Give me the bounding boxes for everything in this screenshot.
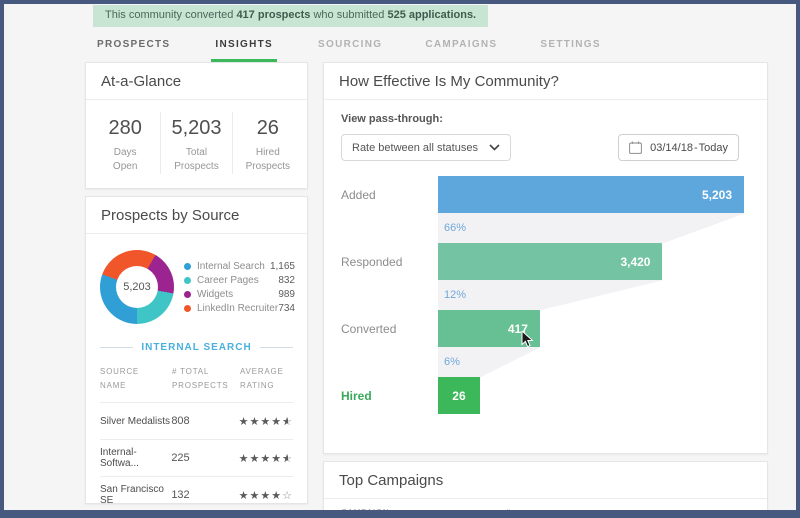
stat-days-open: 280 Days Open [90, 112, 160, 174]
internal-search-section-header: INTERNAL SEARCH [100, 342, 293, 353]
prospects-by-source-card: Prospects by Source 5,203 Internal Searc… [85, 196, 308, 504]
legend-dot-icon [184, 277, 191, 284]
col-header-campaign: CAMPAIGN [341, 508, 506, 510]
date-range-separator: - [694, 142, 698, 154]
stat-value: 280 [90, 117, 160, 140]
status-filter-dropdown[interactable]: Rate between all statuses [341, 134, 511, 161]
funnel-bar-responded[interactable]: 3,420 [438, 243, 663, 280]
filter-block: View pass-through: Rate between all stat… [324, 100, 767, 161]
star-half-icon: ☆★ [282, 415, 293, 428]
col-header-average-rating: AVERAGE RATING [240, 365, 293, 392]
stat-value: 5,203 [161, 117, 231, 140]
internal-search-table: SOURCE NAME # TOTAL PROSPECTS AVERAGE RA… [100, 357, 293, 510]
legend-dot-icon [184, 263, 191, 270]
calendar-icon [629, 141, 642, 154]
pass-rate-added-responded: 66% [444, 222, 466, 234]
star-half-icon: ☆★ [282, 452, 293, 465]
table-row: Internal- Softwa... 225 ★★★★☆★ [100, 439, 293, 476]
donut-chart: 5,203 [100, 250, 174, 324]
funnel-bar-hired[interactable]: 26 [438, 377, 481, 414]
campaigns-header-row: CAMPAIGN # [324, 499, 767, 510]
top-campaigns-card: Top Campaigns CAMPAIGN # [323, 461, 768, 510]
conversion-banner: This community converted 417 prospects w… [93, 5, 488, 27]
legend-dot-icon [184, 305, 191, 312]
date-range-start: 03/14/18 [650, 142, 693, 154]
at-a-glance-title: At-a-Glance [86, 63, 307, 100]
tab-prospects[interactable]: PROSPECTS [95, 35, 172, 62]
stat-label: Days Open [90, 146, 160, 174]
tab-campaigns[interactable]: CAMPAIGNS [423, 35, 499, 62]
legend-item-career-pages: Career Pages 832 [184, 275, 295, 286]
star-rating: ★★★★☆ [239, 486, 293, 504]
tab-sourcing[interactable]: SOURCING [316, 35, 384, 62]
banner-text: This community converted [105, 9, 236, 21]
funnel-row-added: Added 5,203 [341, 176, 744, 213]
effectiveness-card: How Effective Is My Community? View pass… [323, 62, 768, 454]
stat-value: 26 [233, 117, 303, 140]
star-rating: ★★★★☆★ [239, 449, 293, 467]
at-a-glance-card: At-a-Glance 280 Days Open 5,203 Total Pr… [85, 62, 308, 189]
banner-text: who submitted [310, 9, 387, 21]
effectiveness-title: How Effective Is My Community? [324, 63, 767, 100]
col-header-count: # [506, 508, 511, 510]
glance-stats: 280 Days Open 5,203 Total Prospects 26 H… [86, 100, 307, 186]
tab-insights[interactable]: INSIGHTS [211, 35, 277, 62]
stat-label: Total Prospects [161, 146, 231, 174]
date-range-end: Today [699, 142, 728, 154]
banner-bold-applications: 525 applications. [387, 9, 476, 21]
col-header-source-name: SOURCE NAME [100, 365, 172, 392]
stat-total-prospects: 5,203 Total Prospects [160, 112, 231, 174]
legend-dot-icon [184, 291, 191, 298]
dashboard-page: This community converted 417 prospects w… [4, 4, 796, 510]
stat-hired-prospects: 26 Hired Prospects [232, 112, 303, 174]
pass-rate-converted-hired: 6% [444, 356, 460, 368]
donut-chart-row: 5,203 Internal Search 1,165 Career Pages… [86, 234, 307, 336]
legend-item-internal-search: Internal Search 1,165 [184, 261, 295, 272]
funnel-row-responded: Responded 3,420 [341, 243, 744, 280]
pass-rate-responded-converted: 12% [444, 289, 466, 301]
funnel-row-converted: Converted 417 [341, 310, 744, 347]
prospects-by-source-title: Prospects by Source [86, 197, 307, 234]
funnel-bar-converted[interactable]: 417 [438, 310, 540, 347]
funnel-connector: 6% [438, 347, 746, 377]
funnel-connector: 66% [438, 213, 746, 243]
tab-settings[interactable]: SETTINGS [538, 35, 602, 62]
app-window: This community converted 417 prospects w… [0, 0, 800, 518]
main-nav: PROSPECTS INSIGHTS SOURCING CAMPAIGNS SE… [95, 35, 603, 62]
table-row: Silver Medalists 808 ★★★★☆★ [100, 402, 293, 439]
filter-row: Rate between all statuses 03/14/18 - Tod… [341, 134, 750, 161]
table-header-row: SOURCE NAME # TOTAL PROSPECTS AVERAGE RA… [100, 357, 293, 402]
star-empty-icon: ☆ [282, 490, 293, 502]
banner-bold-prospects: 417 prospects [236, 9, 310, 21]
top-campaigns-title: Top Campaigns [324, 462, 767, 499]
donut-center-value: 5,203 [116, 266, 158, 308]
star-full-icons: ★★★★ [239, 416, 282, 428]
funnel-connector: 12% [438, 280, 746, 310]
legend-item-widgets: Widgets 989 [184, 289, 295, 300]
dropdown-selected-value: Rate between all statuses [352, 142, 489, 154]
star-rating: ★★★★☆★ [239, 412, 293, 430]
funnel-chart: Added 5,203 66% Responded 3,420 12% Conv… [324, 161, 767, 414]
date-range-picker[interactable]: 03/14/18 - Today [618, 134, 739, 161]
funnel-bar-added[interactable]: 5,203 [438, 176, 744, 213]
pass-through-label: View pass-through: [341, 113, 750, 125]
table-row: San Francisco SE 132 ★★★★☆ [100, 476, 293, 510]
star-full-icons: ★★★★ [239, 453, 282, 465]
star-full-icons: ★★★★ [239, 490, 282, 502]
legend-item-linkedin-recruiter: LinkedIn Recruiter 734 [184, 303, 295, 314]
donut-legend: Internal Search 1,165 Career Pages 832 W… [184, 258, 295, 317]
chevron-down-icon [489, 144, 500, 151]
col-header-total-prospects: # TOTAL PROSPECTS [172, 365, 240, 392]
funnel-row-hired: Hired 26 [341, 377, 744, 414]
stat-label: Hired Prospects [233, 146, 303, 174]
